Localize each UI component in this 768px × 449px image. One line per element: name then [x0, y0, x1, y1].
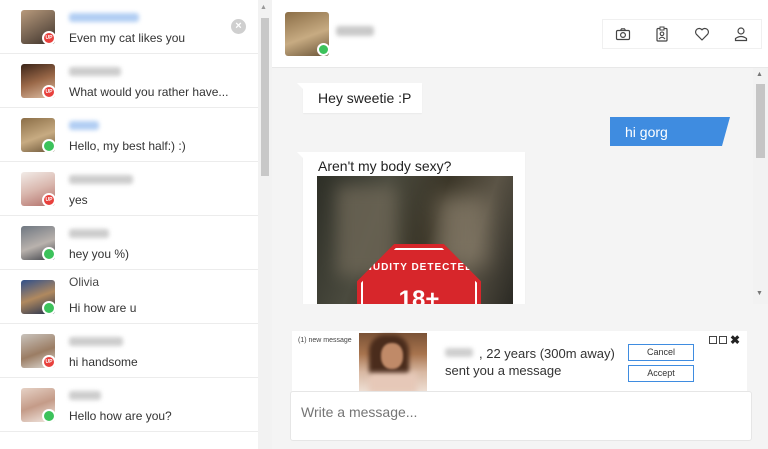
upgrade-badge: UP [42, 355, 56, 369]
incoming-message: Hey sweetie :P [297, 83, 422, 113]
message-preview: Hi how are u [69, 301, 137, 315]
heart-icon [694, 27, 709, 41]
conversation-item[interactable]: UP What would you rather have... [0, 54, 258, 108]
profile-button[interactable] [730, 23, 752, 45]
new-message-notification: (1) new message , 22 years (300m away) s… [292, 331, 747, 393]
window-controls: ✖ [709, 334, 740, 346]
camera-icon [615, 28, 630, 41]
accept-button[interactable]: Accept [628, 365, 694, 382]
user-icon [735, 27, 748, 42]
scroll-down-arrow[interactable]: ▼ [756, 290, 763, 297]
contact-name-blurred [69, 13, 139, 22]
age-label: 18+ [398, 286, 440, 304]
conversation-item[interactable]: UP yes [0, 162, 258, 216]
message-text: hi gorg [625, 124, 668, 140]
online-status-badge [317, 43, 330, 56]
messages-scroll-thumb[interactable] [756, 84, 765, 158]
profile-card-button[interactable] [651, 23, 673, 45]
upgrade-badge: UP [42, 85, 56, 99]
notification-text: sent you a message [445, 363, 562, 378]
camera-button[interactable] [612, 23, 634, 45]
contact-name-blurred [69, 175, 133, 184]
contact-name-blurred [336, 26, 374, 36]
incoming-photo-message: Aren't my body sexy? NUDITY DETECTED 18+ [297, 152, 525, 304]
conversation-item[interactable]: Hello, my best half:) :) [0, 108, 258, 162]
online-status-badge [42, 409, 56, 423]
conversation-item[interactable]: Hello how are you? [0, 378, 258, 432]
close-conversation-button[interactable]: × [231, 19, 246, 34]
message-preview: Hello, my best half:) :) [69, 139, 186, 153]
contact-name-blurred [69, 391, 101, 400]
message-text: Aren't my body sexy? [318, 158, 452, 174]
message-preview: hi handsome [69, 355, 138, 369]
sidebar-scroll-thumb[interactable] [261, 18, 269, 176]
favorite-button[interactable] [691, 23, 713, 45]
scroll-up-arrow[interactable]: ▲ [260, 4, 267, 11]
close-icon[interactable]: ✖ [730, 334, 740, 346]
message-preview: hey you %) [69, 247, 130, 261]
outgoing-message: hi gorg [610, 117, 730, 146]
conversation-item[interactable]: UP hi handsome [0, 324, 258, 378]
contact-name-blurred [69, 337, 123, 346]
sidebar-scrollbar[interactable]: ▲ [258, 0, 272, 449]
contact-name-blurred [69, 121, 99, 130]
contact-name-blurred [69, 67, 121, 76]
message-preview: Even my cat likes you [69, 31, 186, 45]
maximize-icon[interactable] [719, 336, 727, 344]
conversation-item[interactable]: Olivia Hi how are u [0, 270, 258, 324]
message-preview: Hello how are you? [69, 409, 172, 423]
chat-toolbar [603, 20, 761, 48]
sender-photo[interactable] [359, 333, 427, 393]
conversation-item[interactable]: hey you %) [0, 216, 258, 270]
scroll-up-arrow[interactable]: ▲ [756, 71, 763, 78]
message-input[interactable] [290, 391, 752, 441]
notification-label: (1) new message [298, 337, 352, 344]
sender-details: , 22 years (300m away) [479, 346, 615, 361]
message-text: Hey sweetie :P [318, 90, 412, 106]
conversation-sidebar: UP Even my cat likes you × UP What would you… [0, 0, 272, 449]
contact-name: Olivia [69, 275, 100, 289]
online-status-badge [42, 247, 56, 261]
cancel-button[interactable]: Cancel [628, 344, 694, 361]
conversation-item[interactable]: UP Even my cat likes you × [0, 0, 258, 54]
messages-scrollbar[interactable]: ▲ ▼ [753, 68, 768, 304]
contact-name-blurred [69, 229, 109, 238]
online-status-badge [42, 301, 56, 315]
nudity-label: NUDITY DETECTED [364, 262, 474, 273]
message-preview: yes [69, 193, 88, 207]
upgrade-badge: UP [42, 31, 56, 45]
online-status-badge [42, 139, 56, 153]
sender-name-blurred [445, 348, 473, 357]
blurred-photo[interactable]: NUDITY DETECTED 18+ [317, 176, 513, 304]
minimize-icon[interactable] [709, 336, 717, 344]
upgrade-badge: UP [42, 193, 56, 207]
message-preview: What would you rather have... [69, 85, 229, 99]
id-badge-icon [656, 26, 668, 42]
